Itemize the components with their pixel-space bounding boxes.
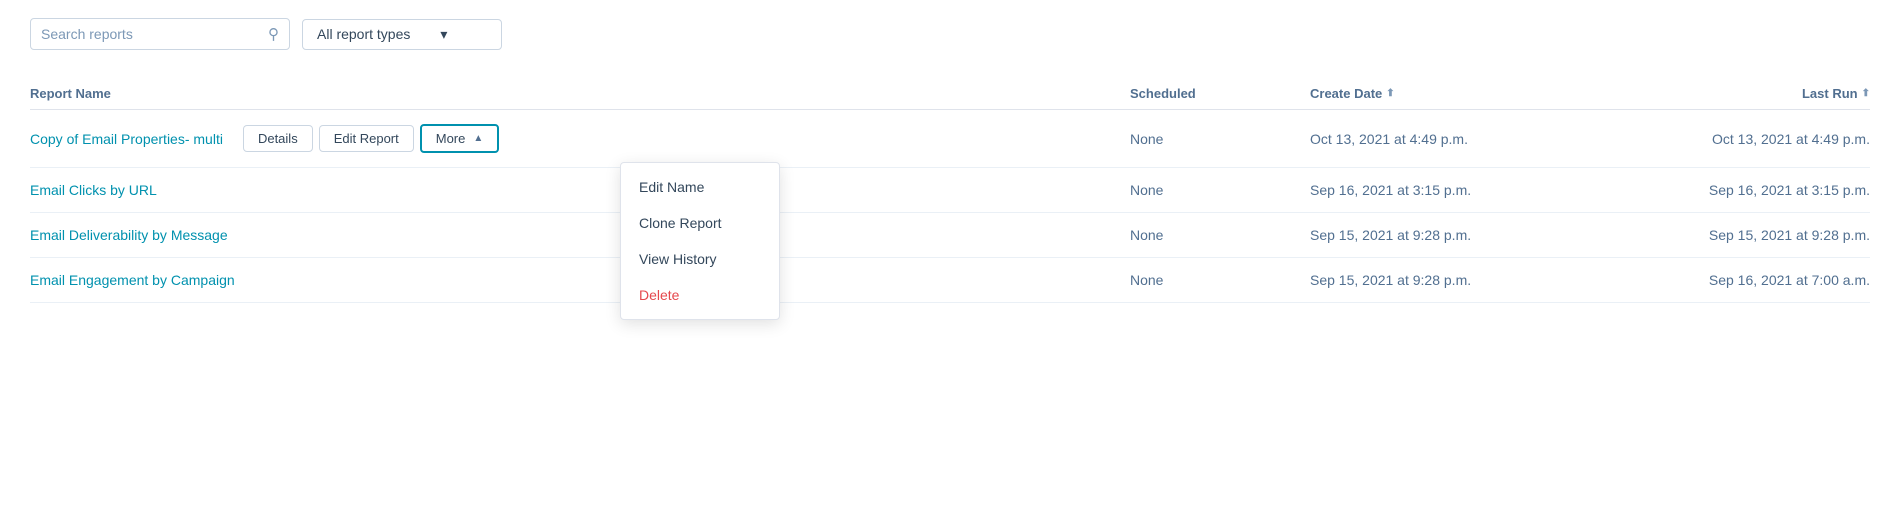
report-name-link-4[interactable]: Email Engagement by Campaign bbox=[30, 272, 235, 288]
details-button[interactable]: Details bbox=[243, 125, 313, 152]
table-row: Copy of Email Properties- multi Details … bbox=[30, 110, 1870, 168]
reports-table: Report Name Scheduled Create Date ⬆ Last… bbox=[30, 78, 1870, 303]
scheduled-cell-2: None bbox=[1130, 182, 1310, 198]
create-date-cell-4: Sep 15, 2021 at 9:28 p.m. bbox=[1310, 272, 1590, 288]
table-row: Email Clicks by URL None Sep 16, 2021 at… bbox=[30, 168, 1870, 213]
col-header-create-date: Create Date ⬆ bbox=[1310, 86, 1590, 101]
last-run-cell-4: Sep 16, 2021 at 7:00 a.m. bbox=[1590, 272, 1870, 288]
sort-last-run-icon[interactable]: ⬆ bbox=[1862, 88, 1870, 99]
report-name-link-1[interactable]: Copy of Email Properties- multi bbox=[30, 131, 223, 147]
chevron-down-icon: ▾ bbox=[440, 26, 447, 43]
search-box[interactable]: ⚲ bbox=[30, 18, 290, 50]
edit-report-button[interactable]: Edit Report bbox=[319, 125, 414, 152]
row-name-cell: Email Clicks by URL bbox=[30, 182, 1130, 198]
col-header-report-name: Report Name bbox=[30, 86, 1130, 101]
scheduled-cell-3: None bbox=[1130, 227, 1310, 243]
report-type-dropdown[interactable]: All report types ▾ bbox=[302, 19, 502, 50]
more-label: More bbox=[436, 131, 466, 146]
menu-item-edit-name[interactable]: Edit Name bbox=[621, 169, 779, 205]
report-name-link-3[interactable]: Email Deliverability by Message bbox=[30, 227, 228, 243]
dropdown-label: All report types bbox=[317, 26, 410, 42]
search-input[interactable] bbox=[41, 26, 264, 42]
row-name-cell: Copy of Email Properties- multi Details … bbox=[30, 124, 1130, 153]
col-header-scheduled: Scheduled bbox=[1130, 86, 1310, 101]
menu-item-view-history[interactable]: View History bbox=[621, 241, 779, 277]
create-date-cell-2: Sep 16, 2021 at 3:15 p.m. bbox=[1310, 182, 1590, 198]
table-row: Email Engagement by Campaign None Sep 15… bbox=[30, 258, 1870, 303]
page-container: ⚲ All report types ▾ Report Name Schedul… bbox=[0, 0, 1900, 321]
menu-item-delete[interactable]: Delete bbox=[621, 277, 779, 313]
table-row: Email Deliverability by Message None Sep… bbox=[30, 213, 1870, 258]
scheduled-cell-4: None bbox=[1130, 272, 1310, 288]
row-name-cell: Email Deliverability by Message bbox=[30, 227, 1130, 243]
row-actions-1: Details Edit Report More ▲ bbox=[243, 124, 499, 153]
menu-item-clone-report[interactable]: Clone Report bbox=[621, 205, 779, 241]
search-icon: ⚲ bbox=[268, 25, 279, 43]
last-run-cell-2: Sep 16, 2021 at 3:15 p.m. bbox=[1590, 182, 1870, 198]
last-run-cell-1: Oct 13, 2021 at 4:49 p.m. bbox=[1590, 131, 1870, 147]
last-run-cell-3: Sep 15, 2021 at 9:28 p.m. bbox=[1590, 227, 1870, 243]
sort-create-date-icon[interactable]: ⬆ bbox=[1386, 88, 1394, 99]
more-dropdown-menu: Edit Name Clone Report View History Dele… bbox=[620, 162, 780, 320]
toolbar: ⚲ All report types ▾ bbox=[30, 18, 1870, 50]
more-chevron-icon: ▲ bbox=[473, 133, 483, 144]
more-button[interactable]: More ▲ bbox=[420, 124, 500, 153]
report-name-link-2[interactable]: Email Clicks by URL bbox=[30, 182, 157, 198]
create-date-cell-3: Sep 15, 2021 at 9:28 p.m. bbox=[1310, 227, 1590, 243]
scheduled-cell-1: None bbox=[1130, 131, 1310, 147]
col-header-last-run: Last Run ⬆ bbox=[1590, 86, 1870, 101]
row-name-cell: Email Engagement by Campaign bbox=[30, 272, 1130, 288]
create-date-cell-1: Oct 13, 2021 at 4:49 p.m. bbox=[1310, 131, 1590, 147]
table-header-row: Report Name Scheduled Create Date ⬆ Last… bbox=[30, 78, 1870, 110]
